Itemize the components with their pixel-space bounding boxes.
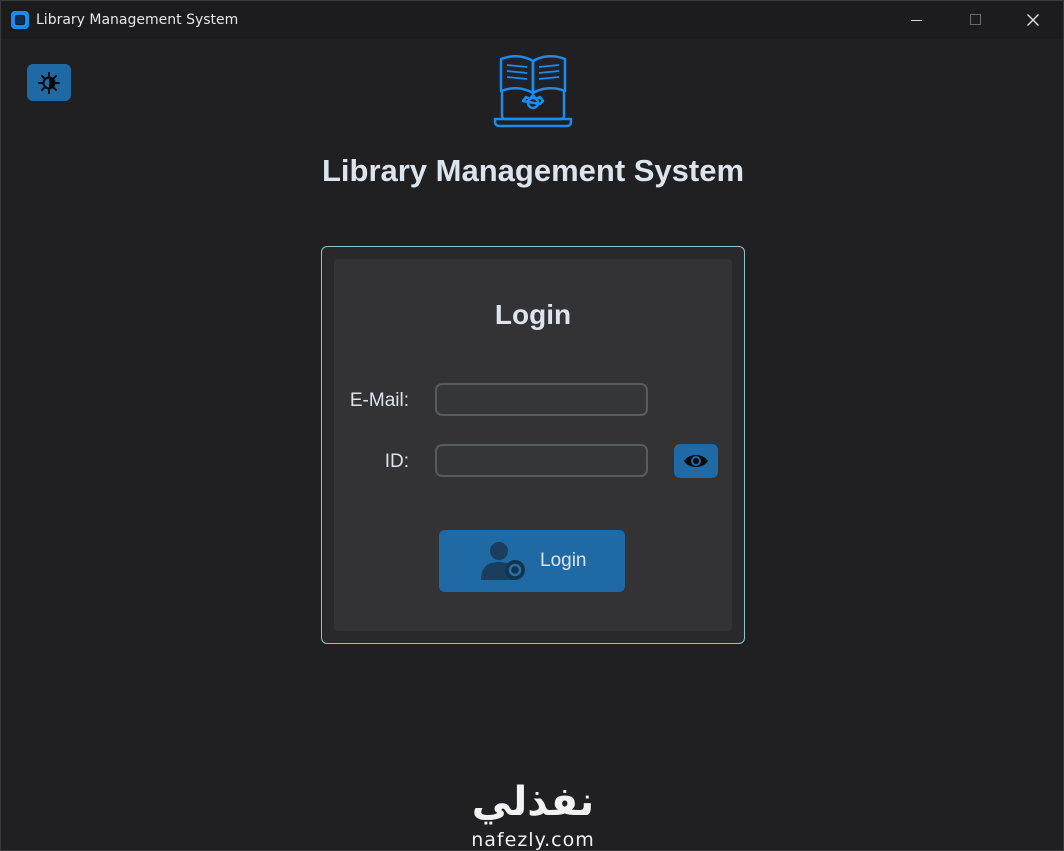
app-heading: Library Management System [321,153,745,188]
email-label: E-Mail: [349,390,409,411]
user-settings-icon [481,542,525,580]
login-card: Login E-Mail: ID: Login [321,246,745,644]
app-window-icon [11,11,29,29]
book-gear-laptop-logo [493,55,573,128]
close-button[interactable] [1004,1,1062,39]
app-window: Library Management System Library Manage… [0,0,1064,851]
login-button-label: Login [540,550,587,571]
watermark-arabic: نفذلي [471,779,595,825]
theme-toggle-button[interactable] [27,64,71,101]
brightness-icon [38,72,60,94]
login-title: Login [494,299,572,330]
email-field[interactable] [435,383,648,416]
id-field[interactable] [435,444,648,477]
minimize-button[interactable] [887,1,945,39]
window-title: Library Management System [36,12,239,28]
id-label: ID: [384,451,409,472]
login-button[interactable]: Login [439,530,625,592]
show-id-button[interactable] [674,444,718,478]
close-icon [1027,14,1039,26]
maximize-button[interactable] [946,1,1004,39]
login-card-body: Login E-Mail: ID: Login [334,259,732,631]
watermark-latin: nafezly.com [471,829,595,851]
title-bar[interactable]: Library Management System [1,1,1063,39]
eye-icon [684,455,708,467]
